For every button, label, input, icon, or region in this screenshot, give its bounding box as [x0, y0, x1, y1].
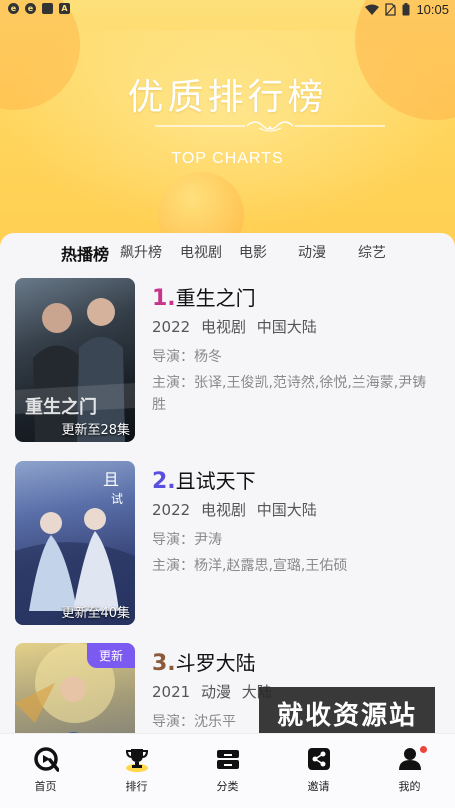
sim-icon [385, 3, 397, 16]
item-type: 电视剧 [200, 501, 246, 519]
poster-image[interactable]: 且 试 更新至40集 [15, 461, 135, 625]
item-type: 动漫 [200, 683, 231, 701]
notification-dot [420, 746, 427, 753]
rank-number: 3. [152, 651, 176, 676]
episode-badge: 更新至28集 [61, 423, 130, 438]
status-bar: e e A 10:05 [0, 0, 455, 20]
trophy-icon [125, 749, 148, 772]
svg-text:试: 试 [111, 491, 123, 506]
app-notification-icon: A [59, 3, 70, 14]
title-ornament-icon [155, 121, 385, 132]
nav-mine-label: 我的 [398, 780, 421, 793]
tab-anime[interactable]: 动漫 [298, 242, 326, 262]
episode-badge: 更新至40集 [61, 606, 130, 621]
rank-number: 1. [152, 286, 176, 311]
svg-text:且: 且 [103, 470, 119, 489]
wifi-icon [365, 4, 380, 15]
nav-category[interactable]: 分类 [182, 734, 273, 808]
tab-movie[interactable]: 电影 [239, 242, 267, 262]
item-title-text: 斗罗大陆 [175, 651, 256, 675]
item-title[interactable]: 3.斗罗大陆 [152, 647, 256, 676]
notification-icon: e [25, 3, 36, 14]
notification-icon: e [8, 3, 19, 14]
home-logo-icon [33, 747, 59, 772]
item-director: 导演：尹涛 [152, 532, 222, 548]
ranking-panel: 热播榜 飙升榜 电视剧 电影 动漫 综艺 重生之门 更新至28集 1.重生之门 … [0, 233, 455, 733]
item-meta: 2022 电视剧 中国大陆 [152, 499, 323, 520]
item-director: 导演：沈乐平 [152, 714, 236, 730]
item-cast: 主演：杨洋,赵露思,宣璐,王佑硕 [152, 558, 348, 574]
item-cast: 主演：张译,王俊凯,范诗然,徐悦,兰海蒙,尹铸胜 [152, 375, 427, 413]
battery-icon [402, 3, 410, 16]
page-subtitle: TOP CHARTS [171, 150, 284, 167]
nav-rank[interactable]: 排行 [91, 734, 182, 808]
category-tabs: 热播榜 飙升榜 电视剧 电影 动漫 综艺 [0, 233, 455, 271]
nav-home-label: 首页 [34, 780, 57, 793]
poster-art: 重生之门 [15, 298, 135, 442]
tab-hot[interactable]: 热播榜 [61, 241, 109, 265]
svg-text:重生之门: 重生之门 [25, 396, 97, 418]
bottom-nav: 首页 排行 分类 邀请 我的 [0, 733, 455, 808]
tab-rising[interactable]: 飙升榜 [120, 242, 162, 262]
list-item[interactable]: 且 试 更新至40集 2.且试天下 2022 电视剧 中国大陆 导演：尹涛 主演… [0, 461, 455, 631]
item-year: 2021 [152, 683, 191, 701]
status-time: 10:05 [416, 2, 449, 17]
item-director: 导演：杨冬 [152, 349, 222, 365]
poster-art: 且 试 [15, 470, 135, 625]
rank-number: 2. [152, 469, 176, 494]
item-region: 中国大陆 [256, 501, 317, 519]
share-icon [307, 748, 330, 770]
item-year: 2022 [152, 501, 191, 519]
poster-image[interactable]: 更新 [15, 643, 135, 733]
user-icon [398, 748, 421, 770]
category-box-icon [216, 750, 239, 769]
item-title-text: 重生之门 [175, 286, 256, 310]
nav-category-label: 分类 [216, 780, 239, 793]
item-year: 2022 [152, 318, 191, 336]
list-item[interactable]: 重生之门 更新至28集 1.重生之门 2022 电视剧 中国大陆 导演：杨冬 主… [0, 278, 455, 448]
header-banner: e e A 10:05 优质排行榜 TOP CHARTS [0, 0, 455, 250]
update-badge: 更新 [86, 643, 135, 668]
tab-tv[interactable]: 电视剧 [180, 242, 222, 262]
item-title[interactable]: 1.重生之门 [152, 282, 256, 311]
item-region: 中国大陆 [256, 318, 317, 336]
nav-invite-label: 邀请 [307, 780, 330, 793]
page-title: 优质排行榜 [127, 77, 328, 118]
nav-home[interactable]: 首页 [0, 734, 91, 808]
nav-mine[interactable]: 我的 [364, 734, 455, 808]
image-notification-icon [42, 3, 53, 14]
nav-rank-label: 排行 [125, 780, 148, 793]
item-type: 电视剧 [200, 318, 246, 336]
tab-variety[interactable]: 综艺 [358, 242, 386, 262]
item-title-text: 且试天下 [175, 469, 256, 493]
nav-invite[interactable]: 邀请 [273, 734, 364, 808]
poster-image[interactable]: 重生之门 更新至28集 [15, 278, 135, 442]
item-meta: 2022 电视剧 中国大陆 [152, 316, 323, 337]
item-title[interactable]: 2.且试天下 [152, 465, 256, 494]
